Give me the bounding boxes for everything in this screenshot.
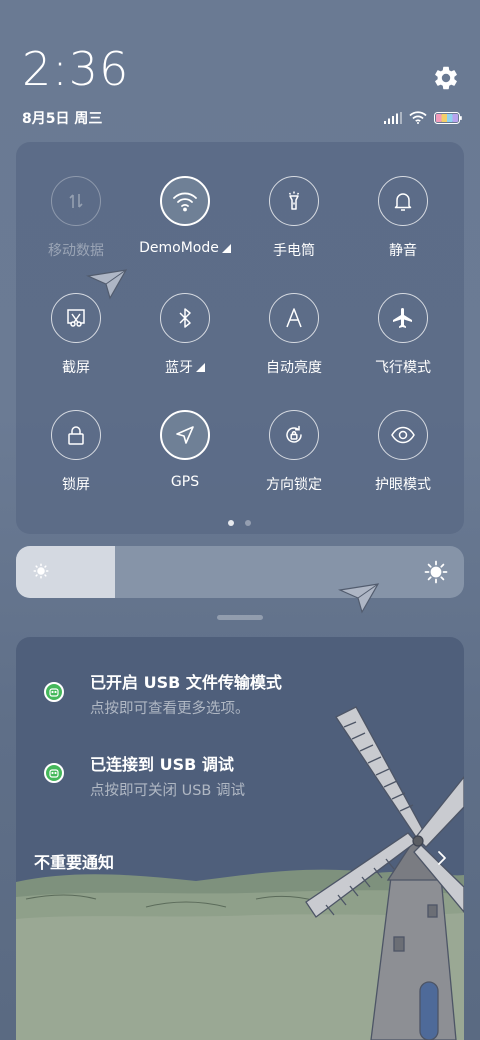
settings-gear-icon[interactable] [432, 64, 460, 92]
clock: 2:36 [22, 42, 130, 96]
mobile-data-icon [51, 176, 101, 226]
gps-icon [160, 410, 210, 460]
tile-auto-brightness[interactable]: 自动亮度 [239, 293, 349, 377]
wifi-icon [160, 176, 210, 226]
brightness-high-icon [424, 560, 448, 588]
tile-mobile-data[interactable]: 移动数据 [21, 176, 131, 260]
expand-arrow-icon[interactable] [221, 243, 231, 253]
tile-label: 截屏 [62, 360, 90, 376]
tile-label: 护眼模式 [375, 477, 431, 493]
eye-icon [378, 410, 428, 460]
signal-icon [384, 109, 402, 128]
notification-title: 已开启 USB 文件传输模式 [90, 673, 282, 692]
brightness-slider[interactable] [16, 546, 464, 598]
paper-kite-decoration [337, 582, 382, 620]
tile-bluetooth[interactable]: 蓝牙 [130, 293, 240, 377]
brightness-low-icon [32, 562, 50, 584]
tile-label: 移动数据 [48, 243, 104, 259]
notification-panel: 已开启 USB 文件传输模式 点按即可查看更多选项。 已连接到 USB 调试 点… [16, 637, 464, 1040]
tile-label: 静音 [389, 243, 417, 259]
paper-kite-decoration [85, 268, 130, 306]
brightness-level-fill [16, 546, 115, 598]
tile-label: 手电筒 [273, 243, 315, 259]
status-icons [384, 109, 462, 128]
rotation-lock-icon [269, 410, 319, 460]
tile-label: 飞行模式 [375, 360, 431, 376]
android-app-icon [44, 682, 64, 702]
notification-title: 已连接到 USB 调试 [90, 755, 234, 774]
tile-silent[interactable]: 静音 [348, 176, 458, 260]
notification-subtitle: 点按即可关闭 USB 调试 [90, 783, 245, 799]
lock-icon [51, 410, 101, 460]
tile-label: 锁屏 [62, 477, 90, 493]
page-dot-active [228, 520, 234, 526]
tile-wifi[interactable]: DemoMode [130, 176, 240, 256]
battery-icon [434, 109, 462, 128]
tile-label: 自动亮度 [266, 360, 322, 376]
bell-icon [378, 176, 428, 226]
tile-flashlight[interactable]: 手电筒 [239, 176, 349, 260]
unimportant-notifications-label[interactable]: 不重要通知 [34, 849, 114, 873]
drag-handle[interactable] [217, 615, 263, 620]
chevron-right-icon[interactable] [434, 849, 450, 871]
tile-lock-screen[interactable]: 锁屏 [21, 410, 131, 494]
android-app-icon [44, 763, 64, 783]
quick-settings-panel: 移动数据 DemoMode 手电筒 静音 截屏 蓝牙 自动亮度 飞行模式 锁屏 … [16, 142, 464, 534]
page-indicator [228, 520, 251, 526]
tile-label: DemoMode [139, 240, 219, 256]
notification-subtitle: 点按即可查看更多选项。 [90, 701, 250, 717]
airplane-icon [378, 293, 428, 343]
tile-label: GPS [170, 474, 200, 490]
tile-gps[interactable]: GPS [130, 410, 240, 490]
auto-brightness-icon [269, 293, 319, 343]
tile-eye-care[interactable]: 护眼模式 [348, 410, 458, 494]
tile-label: 蓝牙 [165, 360, 193, 376]
page-dot [245, 520, 251, 526]
flashlight-icon [269, 176, 319, 226]
bluetooth-icon [160, 293, 210, 343]
date: 8月5日 周三 [22, 111, 103, 127]
expand-arrow-icon[interactable] [196, 362, 205, 372]
tile-label: 方向锁定 [266, 477, 322, 493]
tile-rotation-lock[interactable]: 方向锁定 [239, 410, 349, 494]
tile-airplane-mode[interactable]: 飞行模式 [348, 293, 458, 377]
wifi-status-icon [409, 109, 427, 128]
